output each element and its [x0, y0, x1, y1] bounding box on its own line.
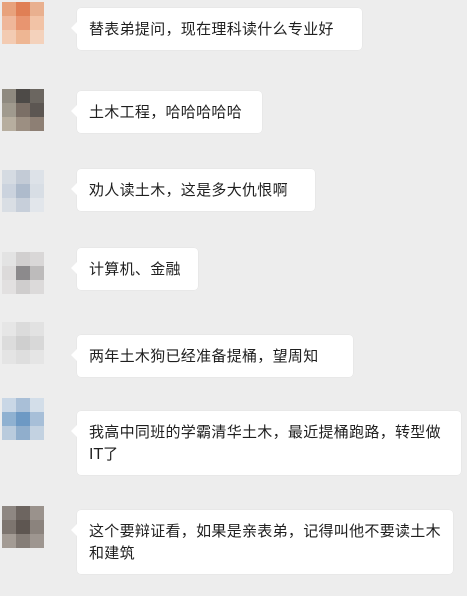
avatar-pixel: [2, 184, 16, 198]
avatar-pixel: [16, 280, 30, 294]
avatar-pixel: [30, 336, 44, 350]
avatar-pixel: [2, 252, 16, 266]
avatar-pixel: [2, 170, 16, 184]
avatar-pixel: [2, 350, 16, 364]
avatar-pixel: [2, 322, 16, 336]
avatar-pixel: [30, 398, 44, 412]
avatar-pixel: [30, 89, 44, 103]
message-bubble[interactable]: 两年土木狗已经准备提桶，望周知: [71, 335, 353, 377]
avatar-pixel: [2, 2, 16, 16]
avatar-5[interactable]: [2, 322, 44, 364]
avatar-pixel: [2, 426, 16, 440]
message-bubble[interactable]: 这个要辩证看，如果是亲表弟，记得叫他不要读土木和建筑: [71, 510, 453, 574]
avatar-pixel: [16, 16, 30, 30]
avatar-pixel: [16, 89, 30, 103]
avatar-pixel: [16, 117, 30, 131]
message-text: 这个要辩证看，如果是亲表弟，记得叫他不要读土木和建筑: [89, 522, 441, 562]
message-bubble[interactable]: 替表弟提问，现在理科读什么专业好: [71, 8, 362, 50]
avatar-pixel: [2, 198, 16, 212]
avatar-pixel: [30, 520, 44, 534]
avatar-pixel: [16, 170, 30, 184]
avatar-pixel: [16, 506, 30, 520]
message-text: 计算机、金融: [89, 260, 181, 278]
message-bubble[interactable]: 我高中同班的学霸清华土木，最近提桶跑路，转型做IT了: [71, 411, 461, 475]
avatar-pixel: [16, 398, 30, 412]
avatar-pixel: [30, 117, 44, 131]
avatar-pixel: [2, 89, 16, 103]
avatar-pixel: [30, 184, 44, 198]
avatar-pixel: [16, 30, 30, 44]
avatar-pixel: [2, 280, 16, 294]
avatar-pixel: [30, 506, 44, 520]
avatar-pixel: [2, 30, 16, 44]
avatar-pixel: [2, 506, 16, 520]
avatar-pixel: [2, 412, 16, 426]
avatar-3[interactable]: [2, 170, 44, 212]
avatar-pixel: [16, 198, 30, 212]
avatar-6[interactable]: [2, 398, 44, 440]
avatar-pixel: [30, 170, 44, 184]
avatar-pixel: [2, 534, 16, 548]
avatar-pixel: [30, 412, 44, 426]
avatar-pixel: [2, 103, 16, 117]
avatar-pixel: [2, 117, 16, 131]
avatar-pixel: [16, 426, 30, 440]
avatar-pixel: [16, 412, 30, 426]
message-bubble[interactable]: 劝人读土木，这是多大仇恨啊: [71, 169, 315, 211]
message-text: 劝人读土木，这是多大仇恨啊: [89, 181, 288, 199]
avatar-pixel: [16, 266, 30, 280]
avatar-2[interactable]: [2, 89, 44, 131]
avatar-pixel: [2, 520, 16, 534]
avatar-pixel: [30, 280, 44, 294]
avatar-pixel: [2, 266, 16, 280]
avatar-pixel: [2, 336, 16, 350]
avatar-pixel: [30, 30, 44, 44]
avatar-pixel: [16, 252, 30, 266]
avatar-pixel: [16, 336, 30, 350]
avatar-pixel: [30, 266, 44, 280]
message-text: 替表弟提问，现在理科读什么专业好: [89, 20, 334, 38]
avatar-pixel: [30, 198, 44, 212]
message-text: 土木工程，哈哈哈哈哈: [89, 103, 243, 121]
avatar-pixel: [30, 16, 44, 30]
avatar-7[interactable]: [2, 506, 44, 548]
avatar-pixel: [30, 2, 44, 16]
avatar-4[interactable]: [2, 252, 44, 294]
avatar-pixel: [30, 103, 44, 117]
avatar-pixel: [30, 426, 44, 440]
avatar-pixel: [30, 322, 44, 336]
avatar-pixel: [30, 350, 44, 364]
message-text: 两年土木狗已经准备提桶，望周知: [89, 347, 319, 365]
avatar-pixel: [2, 16, 16, 30]
avatar-pixel: [2, 398, 16, 412]
avatar-pixel: [16, 184, 30, 198]
message-text: 我高中同班的学霸清华土木，最近提桶跑路，转型做IT了: [89, 423, 441, 463]
avatar-pixel: [16, 322, 30, 336]
avatar-pixel: [30, 534, 44, 548]
avatar-1[interactable]: [2, 2, 44, 44]
avatar-pixel: [30, 252, 44, 266]
message-bubble[interactable]: 土木工程，哈哈哈哈哈: [71, 91, 262, 133]
avatar-pixel: [16, 534, 30, 548]
avatar-pixel: [16, 2, 30, 16]
avatar-pixel: [16, 103, 30, 117]
avatar-pixel: [16, 520, 30, 534]
message-bubble[interactable]: 计算机、金融: [71, 248, 198, 290]
avatar-pixel: [16, 350, 30, 364]
